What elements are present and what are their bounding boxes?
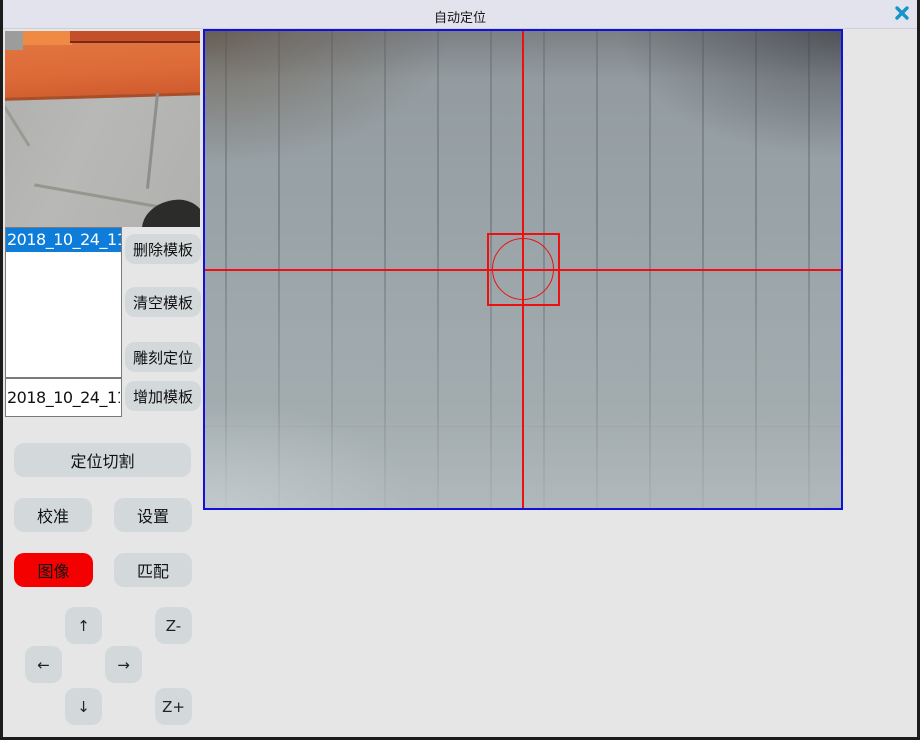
add-template-button[interactable]: 增加模板 xyxy=(125,381,201,411)
crosshair-vertical-line xyxy=(522,31,524,508)
crosshair-horizontal-line xyxy=(205,269,841,271)
jog-left-button[interactable]: ← xyxy=(25,646,62,683)
template-list-item[interactable]: 2018_10_24_11 xyxy=(6,228,121,252)
settings-button[interactable]: 设置 xyxy=(114,498,192,532)
preview-orange-block xyxy=(23,31,72,45)
preview-tile-line xyxy=(146,93,159,189)
template-list[interactable]: 2018_10_24_11 xyxy=(5,227,122,378)
camera-seam-line xyxy=(205,426,841,427)
preview-red-strip xyxy=(70,31,200,43)
dialog-title: 自动定位 xyxy=(0,7,920,26)
camera-view[interactable] xyxy=(203,29,843,510)
title-bar: 自动定位 xyxy=(0,0,920,29)
preview-tile-line xyxy=(5,98,30,146)
close-button[interactable] xyxy=(892,5,912,25)
match-region-circle xyxy=(492,238,554,300)
jog-z-plus-button[interactable]: Z+ xyxy=(155,688,192,725)
match-region-square xyxy=(487,233,560,306)
image-button-active[interactable]: 图像 xyxy=(14,553,93,587)
camera-ceiling-lines xyxy=(205,31,841,508)
close-icon xyxy=(894,5,910,25)
jog-z-minus-button[interactable]: Z- xyxy=(155,607,192,644)
template-preview-image xyxy=(5,31,200,227)
engrave-position-button[interactable]: 雕刻定位 xyxy=(125,342,201,372)
clear-templates-button[interactable]: 清空模板 xyxy=(125,287,201,317)
jog-up-button[interactable]: ↑ xyxy=(65,607,102,644)
auto-position-dialog: 自动定位 2018_10_24_11 删除模板 清空模板 雕刻定位 增加模板 定… xyxy=(0,0,920,740)
preview-gray-block xyxy=(5,31,23,50)
jog-right-button[interactable]: → xyxy=(105,646,142,683)
preview-orange-beam xyxy=(5,37,200,101)
calibrate-button[interactable]: 校准 xyxy=(14,498,92,532)
delete-template-button[interactable]: 删除模板 xyxy=(125,234,201,264)
position-cut-button[interactable]: 定位切割 xyxy=(14,443,191,477)
preview-dark-object xyxy=(140,198,200,227)
match-button[interactable]: 匹配 xyxy=(114,553,192,587)
jog-down-button[interactable]: ↓ xyxy=(65,688,102,725)
camera-vignette xyxy=(205,31,841,508)
template-name-field[interactable] xyxy=(5,378,122,417)
